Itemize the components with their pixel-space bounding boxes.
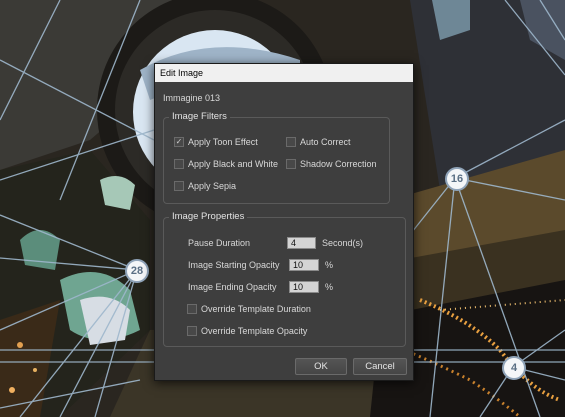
node-marker-28[interactable]: 28 [125,259,149,283]
auto-correct-label: Auto Correct [300,137,351,147]
toon-effect-option[interactable]: ✓ Apply Toon Effect [174,136,258,148]
pause-duration-input[interactable] [287,237,316,249]
pause-duration-label: Pause Duration [188,238,251,248]
dialog-titlebar[interactable]: Edit Image [155,64,413,82]
start-opacity-label: Image Starting Opacity [188,260,280,270]
auto-correct-checkbox[interactable] [286,136,296,147]
pause-duration-unit: Second(s) [322,238,364,248]
sepia-checkbox[interactable] [174,180,184,191]
node-marker-16[interactable]: 16 [445,167,469,191]
shadow-correction-option[interactable]: Shadow Correction [286,158,377,170]
override-duration-option[interactable]: Override Template Duration [187,303,311,315]
edit-image-dialog: Edit Image Immagine 013 Image Filters ✓ A… [154,63,414,381]
image-properties-group: Image Properties Pause Duration Second(s… [163,211,406,347]
cancel-button[interactable]: Cancel [353,358,407,375]
override-duration-checkbox[interactable] [187,303,197,314]
image-filters-group: Image Filters ✓ Apply Toon Effect Apply B… [163,111,390,204]
black-white-option[interactable]: Apply Black and White [174,158,278,170]
black-white-checkbox[interactable] [174,158,184,169]
black-white-label: Apply Black and White [188,159,279,169]
start-opacity-unit: % [325,260,334,270]
image-filters-title: Image Filters [169,111,230,122]
start-opacity-input[interactable] [289,259,319,271]
override-opacity-checkbox[interactable] [187,325,197,336]
ok-button[interactable]: OK [295,358,347,375]
dialog-title: Edit Image [160,68,204,78]
toon-effect-label: Apply Toon Effect [188,137,258,147]
override-opacity-label: Override Template Opacity [201,326,308,336]
image-name-label: Immagine 013 [163,93,221,103]
end-opacity-label: Image Ending Opacity [188,282,277,292]
auto-correct-option[interactable]: Auto Correct [286,136,351,148]
sepia-label: Apply Sepia [188,181,237,191]
override-opacity-option[interactable]: Override Template Opacity [187,325,307,337]
sepia-option[interactable]: Apply Sepia [174,180,236,192]
node-marker-4[interactable]: 4 [502,356,526,380]
toon-effect-checkbox[interactable]: ✓ [174,136,184,147]
end-opacity-input[interactable] [289,281,319,293]
image-properties-title: Image Properties [169,211,248,222]
shadow-correction-label: Shadow Correction [300,159,377,169]
override-duration-label: Override Template Duration [201,304,311,314]
end-opacity-unit: % [325,282,334,292]
shadow-correction-checkbox[interactable] [286,158,296,169]
